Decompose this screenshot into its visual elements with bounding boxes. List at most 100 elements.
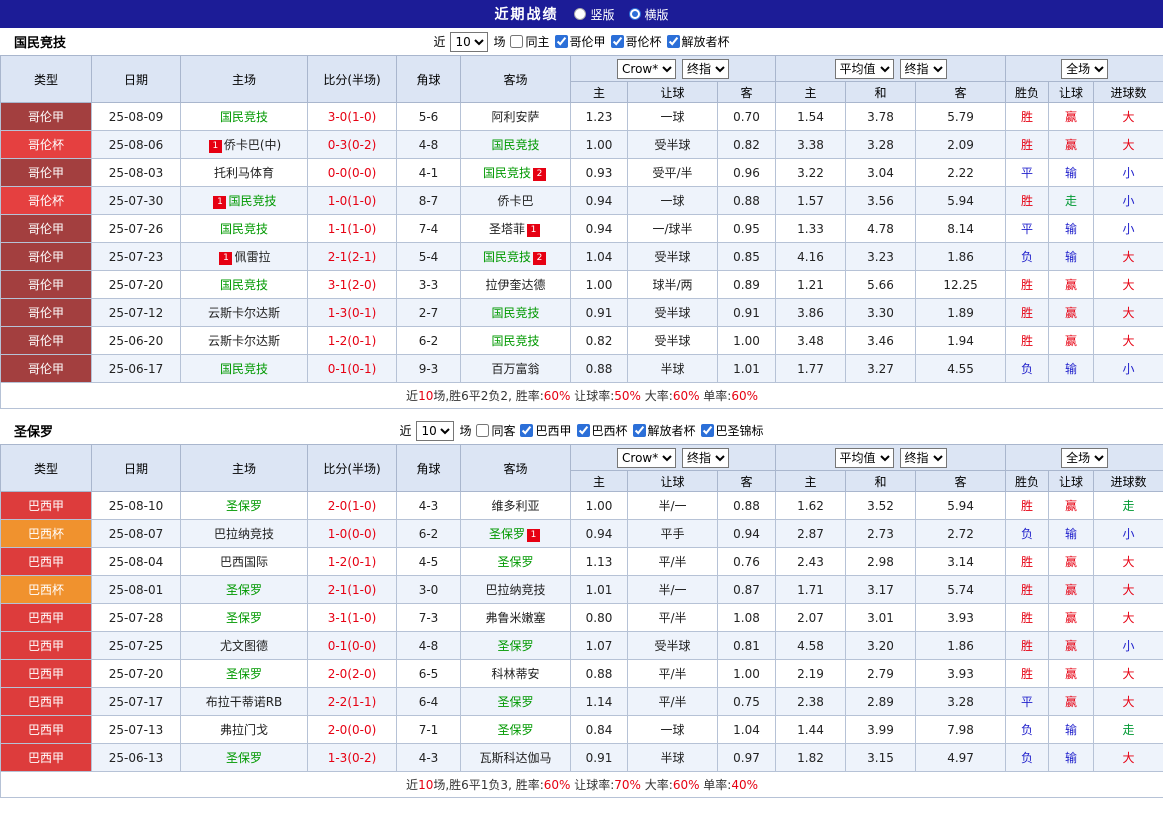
filter-checkbox[interactable] bbox=[632, 424, 646, 437]
filter-checkbox-item[interactable]: 同主 bbox=[510, 33, 550, 50]
focus-team-link[interactable]: 圣保罗 bbox=[226, 499, 262, 513]
scope-select[interactable]: 全场 bbox=[1061, 447, 1109, 468]
filter-games-label: 场 bbox=[459, 424, 472, 438]
focus-team-link[interactable]: 国民竞技 bbox=[491, 138, 539, 152]
team-section: 圣保罗近 10 场同客 巴西甲 巴西杯 解放者杯 巴圣锦标 类型 日期 主场 比分(半场) 角球 客场 C… bbox=[0, 417, 1163, 798]
match-row: 哥伦甲 25-07-23 1 佩雷拉 2-1(2-1) 5-4 国民竞技 2 1.04 受半球 0.… bbox=[0, 242, 1163, 271]
avg-away-cell: 3.14 bbox=[915, 547, 1007, 576]
focus-team-link[interactable]: 国民竞技 bbox=[491, 306, 539, 320]
opponent-team-link[interactable]: 阿利安萨 bbox=[491, 110, 539, 124]
radio-horizontal-layout[interactable]: 横版 bbox=[628, 6, 669, 23]
league-badge: 哥伦甲 bbox=[0, 102, 92, 131]
avg-source-select[interactable]: 平均值 bbox=[834, 58, 894, 79]
avg-time-select[interactable]: 终指 bbox=[899, 58, 947, 79]
opponent-team-link[interactable]: 巴拉纳竞技 bbox=[214, 527, 274, 541]
filter-checkbox-item[interactable]: 同客 bbox=[476, 422, 515, 439]
filter-checkbox[interactable] bbox=[610, 35, 624, 48]
match-row: 巴西甲 25-07-25 尤文图德 0-1(0-0) 4-8 圣保罗 1.07 受半球 0.81… bbox=[0, 631, 1163, 660]
focus-team-link[interactable]: 圣保罗 bbox=[497, 639, 533, 653]
avg-draw-cell: 3.99 bbox=[845, 715, 917, 744]
odds-source-select[interactable]: Crow* bbox=[617, 447, 677, 468]
odds-source-select[interactable]: Crow* bbox=[617, 58, 677, 79]
summary-part: 60% bbox=[672, 778, 700, 792]
filter-checkbox[interactable] bbox=[576, 424, 590, 437]
filter-checkbox-item[interactable]: 巴圣锦标 bbox=[700, 422, 764, 439]
opponent-team-link[interactable]: 侨卡巴(中) bbox=[224, 138, 281, 152]
date-cell: 25-07-17 bbox=[91, 687, 181, 716]
filter-checkbox-item[interactable]: 巴西甲 bbox=[520, 422, 572, 439]
opponent-team-link[interactable]: 云斯卡尔达斯 bbox=[208, 334, 280, 348]
filter-checkbox[interactable] bbox=[700, 424, 714, 437]
opponent-team-link[interactable]: 布拉干蒂诺RB bbox=[206, 695, 283, 709]
filter-checkbox-label: 解放者杯 bbox=[647, 424, 696, 438]
result-goals-cell: 大 bbox=[1093, 102, 1163, 131]
focus-team-link[interactable]: 国民竞技 bbox=[491, 334, 539, 348]
opponent-team-link[interactable]: 侨卡巴 bbox=[497, 194, 533, 208]
opponent-team-link[interactable]: 圣塔菲 bbox=[489, 222, 525, 236]
recent-count-select[interactable]: 10 bbox=[416, 420, 455, 441]
date-cell: 25-07-20 bbox=[91, 270, 181, 299]
filter-checkbox[interactable] bbox=[554, 35, 568, 48]
odds-handicap-cell: 平/半 bbox=[627, 603, 718, 632]
radio-icon[interactable] bbox=[574, 8, 587, 20]
focus-team-link[interactable]: 国民竞技 bbox=[220, 278, 268, 292]
opponent-team-link[interactable]: 拉伊奎达德 bbox=[485, 278, 545, 292]
focus-team-link[interactable]: 国民竞技 bbox=[220, 222, 268, 236]
filter-checkbox[interactable] bbox=[666, 35, 680, 48]
league-badge: 巴西甲 bbox=[0, 687, 92, 716]
odds-away-cell: 0.96 bbox=[716, 158, 777, 187]
filter-checkbox[interactable] bbox=[520, 424, 534, 437]
odds-handicap-cell: 半球 bbox=[627, 743, 718, 772]
filter-checkbox-item[interactable]: 巴西杯 bbox=[576, 422, 628, 439]
avg-draw-cell: 3.17 bbox=[845, 575, 917, 604]
opponent-team-link[interactable]: 瓦斯科达伽马 bbox=[479, 751, 551, 765]
opponent-team-link[interactable]: 百万富翁 bbox=[491, 362, 539, 376]
focus-team-link[interactable]: 圣保罗 bbox=[497, 695, 533, 709]
focus-team-link[interactable]: 圣保罗 bbox=[489, 527, 525, 541]
filter-checkbox[interactable] bbox=[510, 35, 524, 48]
filter-checkbox-item[interactable]: 解放者杯 bbox=[632, 422, 696, 439]
focus-team-link[interactable]: 国民竞技 bbox=[220, 362, 268, 376]
opponent-team-link[interactable]: 巴西国际 bbox=[220, 555, 268, 569]
layout-radio-group: 竖版 横版 bbox=[574, 6, 669, 23]
filter-checkbox-item[interactable]: 哥伦甲 bbox=[554, 33, 606, 50]
opponent-team-link[interactable]: 弗拉门戈 bbox=[220, 723, 268, 737]
focus-team-link[interactable]: 国民竞技 bbox=[228, 194, 276, 208]
radio-vertical-layout[interactable]: 竖版 bbox=[574, 6, 615, 23]
focus-team-link[interactable]: 圣保罗 bbox=[226, 751, 262, 765]
corner-cell: 5-6 bbox=[396, 102, 461, 131]
odds-time-select[interactable]: 终指 bbox=[682, 447, 730, 468]
focus-team-link[interactable]: 国民竞技 bbox=[220, 110, 268, 124]
away-team-cell: 阿利安萨 bbox=[460, 102, 571, 131]
focus-team-link[interactable]: 圣保罗 bbox=[226, 667, 262, 681]
radio-icon[interactable] bbox=[628, 8, 641, 20]
filter-checkbox-item[interactable]: 解放者杯 bbox=[666, 33, 730, 50]
opponent-team-link[interactable]: 云斯卡尔达斯 bbox=[208, 306, 280, 320]
score-cell: 2-0(0-0) bbox=[307, 715, 397, 744]
avg-away-cell: 5.94 bbox=[915, 186, 1007, 215]
opponent-team-link[interactable]: 弗鲁米嫩塞 bbox=[485, 611, 545, 625]
focus-team-link[interactable]: 国民竞技 bbox=[483, 166, 531, 180]
date-cell: 25-08-10 bbox=[91, 491, 181, 520]
odds-away-cell: 0.82 bbox=[716, 130, 777, 159]
avg-source-select[interactable]: 平均值 bbox=[834, 447, 894, 468]
focus-team-link[interactable]: 圣保罗 bbox=[497, 723, 533, 737]
opponent-team-link[interactable]: 巴拉纳竞技 bbox=[485, 583, 545, 597]
filter-checkbox-item[interactable]: 哥伦杯 bbox=[610, 33, 662, 50]
focus-team-link[interactable]: 圣保罗 bbox=[226, 583, 262, 597]
filter-checkbox[interactable] bbox=[476, 424, 490, 437]
opponent-team-link[interactable]: 佩雷拉 bbox=[234, 250, 270, 264]
odds-time-select[interactable]: 终指 bbox=[682, 58, 730, 79]
league-badge: 巴西甲 bbox=[0, 743, 92, 772]
focus-team-link[interactable]: 圣保罗 bbox=[497, 555, 533, 569]
opponent-team-link[interactable]: 尤文图德 bbox=[220, 639, 268, 653]
score-cell: 3-1(2-0) bbox=[307, 270, 397, 299]
focus-team-link[interactable]: 圣保罗 bbox=[226, 611, 262, 625]
opponent-team-link[interactable]: 维多利亚 bbox=[491, 499, 539, 513]
opponent-team-link[interactable]: 托利马体育 bbox=[214, 166, 274, 180]
focus-team-link[interactable]: 国民竞技 bbox=[483, 250, 531, 264]
recent-count-select[interactable]: 10 bbox=[450, 31, 489, 52]
scope-select[interactable]: 全场 bbox=[1061, 58, 1109, 79]
avg-time-select[interactable]: 终指 bbox=[899, 447, 947, 468]
opponent-team-link[interactable]: 科林蒂安 bbox=[491, 667, 539, 681]
